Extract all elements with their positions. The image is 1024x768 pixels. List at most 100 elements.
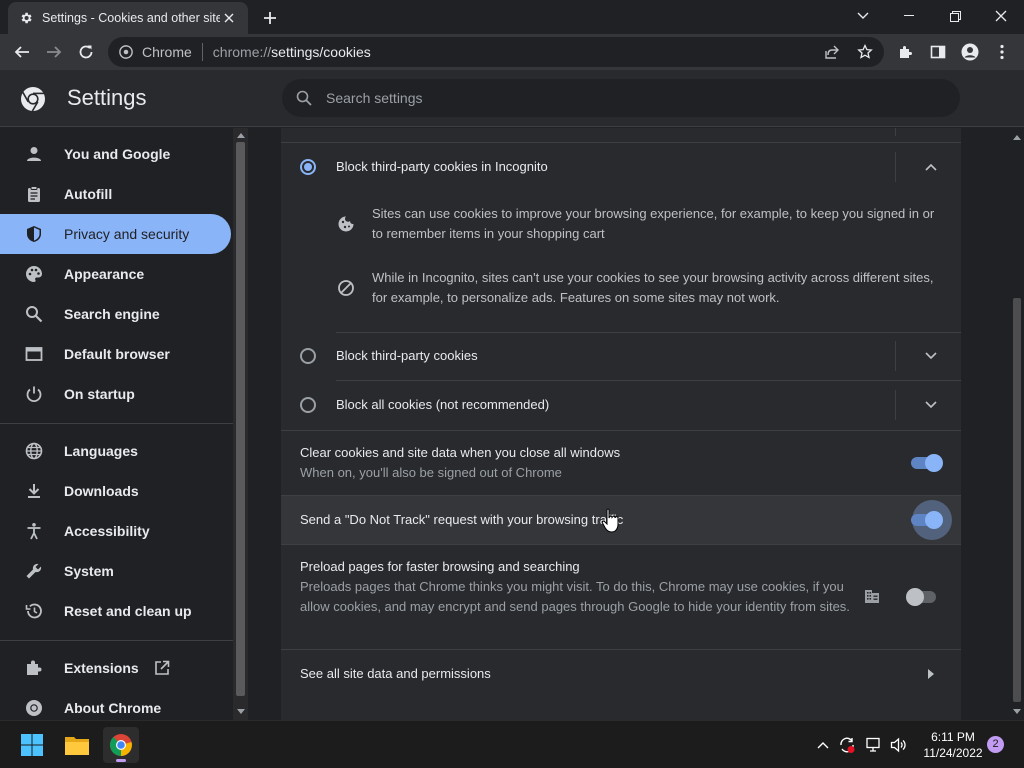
sidebar-item-label: Reset and clean up [64,603,192,619]
sidebar-item-label: You and Google [64,146,171,162]
palette-icon [24,264,44,284]
preload-toggle[interactable] [906,588,938,606]
volume-icon[interactable] [889,735,909,755]
side-panel-icon[interactable] [924,38,952,66]
chevron-down-icon[interactable] [921,346,941,366]
sidebar-item-languages[interactable]: Languages [0,431,231,471]
scroll-down-arrow-icon[interactable] [233,704,248,718]
system-clock[interactable]: 6:11 PM 11/24/2022 [918,729,988,761]
see-all-site-data-row[interactable]: See all site data and permissions [281,650,961,698]
address-bar[interactable]: Chrome chrome://settings/cookies [108,37,884,67]
hand-cursor-icon [601,508,619,533]
sidebar-item-system[interactable]: System [0,551,231,591]
scrollbar-thumb[interactable] [236,142,245,696]
notification-badge[interactable]: 2 [987,736,1004,753]
cookie-option-third-party[interactable]: Block third-party cookies [281,332,961,380]
sidebar-item-you-and-google[interactable]: You and Google [0,134,231,174]
enterprise-building-icon[interactable] [864,588,882,606]
sidebar-item-reset-and-clean-up[interactable]: Reset and clean up [0,591,231,631]
sidebar-item-downloads[interactable]: Downloads [0,471,231,511]
sidebar-item-autofill[interactable]: Autofill [0,174,231,214]
sidebar-item-appearance[interactable]: Appearance [0,254,231,294]
clear-on-close-toggle[interactable] [911,454,943,472]
do-not-track-toggle[interactable] [911,511,943,529]
scroll-up-arrow-icon[interactable] [1009,130,1024,144]
radio-block-all[interactable] [300,397,316,413]
url-text: chrome://settings/cookies [213,44,371,60]
accessibility-icon [24,521,44,541]
kebab-menu-icon[interactable] [988,38,1016,66]
sidebar-item-label: Downloads [64,483,139,499]
windows-taskbar: 6:11 PM 11/24/2022 2 [0,720,1024,768]
close-tab-icon[interactable] [220,9,238,27]
url-path: settings/cookies [271,44,371,60]
sidebar-item-label: System [64,563,114,579]
minimize-button[interactable] [886,0,932,32]
chrome-taskbar-icon[interactable] [103,727,139,763]
sidebar-item-label: Extensions [64,660,139,676]
scrollbar-thumb[interactable] [1013,298,1021,702]
sidebar-item-search-engine[interactable]: Search engine [0,294,231,334]
option-label: Block all cookies (not recommended) [336,397,550,412]
globe-icon [24,441,44,461]
browser-window-icon [24,344,44,364]
sidebar-item-privacy-and-security[interactable]: Privacy and security [0,214,231,254]
sidebar-item-on-startup[interactable]: On startup [0,374,231,414]
file-explorer-icon[interactable] [59,727,95,763]
clear-on-close-row[interactable]: Clear cookies and site data when you clo… [281,431,961,495]
radio-block-third-party[interactable] [300,348,316,364]
sidebar-item-accessibility[interactable]: Accessibility [0,511,231,551]
search-input[interactable] [326,90,926,106]
chevron-up-tray-icon[interactable] [813,735,833,755]
settings-search[interactable] [282,79,960,117]
sidebar-item-label: Autofill [64,186,113,202]
shield-icon [24,224,44,244]
profile-avatar[interactable] [956,38,984,66]
reload-button[interactable] [72,38,100,66]
clock-date: 11/24/2022 [923,746,983,760]
forward-button[interactable] [40,38,68,66]
toggle-knob [925,454,943,472]
chevron-right-icon[interactable] [921,664,941,684]
omnibox-chip: Chrome [142,44,192,60]
close-window-button[interactable] [978,0,1024,32]
scroll-up-arrow-icon[interactable] [233,128,248,142]
settings-main: Block third-party cookies in Incognito S… [248,128,1024,720]
history-icon [24,601,44,621]
gear-icon [18,10,34,26]
external-link-icon [153,659,171,677]
setting-subtitle: When on, you'll also be signed out of Ch… [300,465,562,480]
chevron-down-icon[interactable] [921,395,941,415]
extensions-puzzle-icon[interactable] [892,38,920,66]
network-icon[interactable] [864,735,884,755]
share-icon[interactable] [824,44,842,60]
back-button[interactable] [8,38,36,66]
new-tab-button[interactable] [258,6,282,30]
sidebar-scrollbar[interactable] [233,128,248,720]
page-title: Settings [67,85,147,110]
search-icon [24,304,44,324]
bookmark-star-icon[interactable] [857,43,875,60]
scroll-down-arrow-icon[interactable] [1009,704,1024,718]
person-icon [24,144,44,164]
browser-tab[interactable]: Settings - Cookies and other site [8,2,248,34]
sidebar-item-default-browser[interactable]: Default browser [0,334,231,374]
sidebar-item-extensions[interactable]: Extensions [0,648,231,688]
sidebar-item-label: On startup [64,386,135,402]
preload-row[interactable]: Preload pages for faster browsing and se… [281,545,961,649]
chrome-icon [24,698,44,718]
cookie-option-block-all[interactable]: Block all cookies (not recommended) [281,381,961,429]
cookie-option-incognito[interactable]: Block third-party cookies in Incognito [281,142,961,192]
chevron-up-icon[interactable] [921,157,941,177]
tab-search-chevron-icon[interactable] [840,0,886,32]
download-icon [24,481,44,501]
sync-icon[interactable] [837,735,857,755]
restore-button[interactable] [932,0,978,32]
see-all-site-data-link[interactable]: See all site data and permissions [300,666,491,681]
radio-block-third-party-incognito[interactable] [300,159,316,175]
main-scrollbar[interactable] [1009,128,1024,720]
windows-start-icon[interactable] [14,727,50,763]
sidebar-divider [0,423,234,424]
url-scheme: chrome:// [212,44,272,60]
tab-title: Settings - Cookies and other site [42,11,220,25]
